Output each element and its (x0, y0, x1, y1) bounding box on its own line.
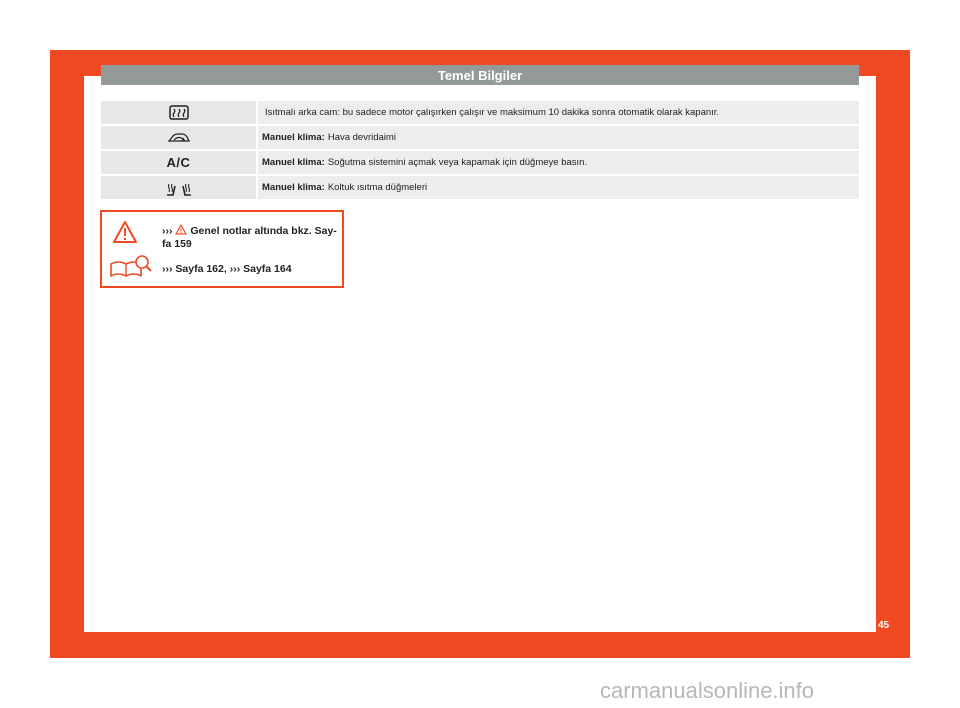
small-warning-icon (175, 223, 188, 235)
row-label: Manuel klima: (262, 182, 325, 193)
row-text: Hava devridaimi (327, 132, 396, 143)
row-label: Manuel klima: (262, 132, 325, 143)
warning-triangle-icon (113, 221, 137, 243)
section-header: Temel Bilgiler (101, 65, 859, 85)
table-row: A/C Manuel klima: Soğutma sistemini açma… (101, 151, 859, 174)
description-cell: Manuel klima: Soğutma sistemini açmak ve… (258, 151, 859, 174)
warning-box: ››› Genel notlar altında bkz. Say-fa 159… (100, 210, 344, 288)
description-cell: Manuel klima: Koltuk ısıtma düğmeleri (258, 176, 859, 199)
row-text: Isıtmalı arka cam: bu sadece motor çalış… (265, 107, 720, 118)
ref-text: Genel notlar altında bkz. Say-fa 159 (162, 225, 337, 250)
row-text: Koltuk ısıtma düğmeleri (327, 182, 428, 193)
icon-cell (101, 176, 256, 199)
page-number: 45 (878, 620, 890, 631)
row-text: Soğutma sistemini açmak veya kapamak içi… (327, 157, 588, 168)
icon-cell: A/C (101, 151, 256, 174)
ref-prefix: ››› (162, 225, 173, 237)
section-title: Temel Bilgiler (437, 67, 523, 83)
warning-reference[interactable]: ››› Genel notlar altında bkz. Say-fa 159 (162, 223, 340, 251)
table-row: Isıtmalı arka cam: bu sadece motor çalış… (101, 101, 859, 124)
air-recirculation-icon (167, 132, 190, 142)
icon-cell (101, 101, 256, 124)
table-row: Manuel klima: Koltuk ısıtma düğmeleri (101, 176, 859, 199)
book-search-icon (110, 255, 152, 277)
table-row: Manuel klima: Hava devridaimi (101, 126, 859, 149)
ac-icon: A/C (166, 155, 191, 170)
page-references[interactable]: ››› Sayfa 162, ››› Sayfa 164 (162, 263, 292, 275)
rear-defrost-icon (168, 104, 189, 120)
description-cell: Isıtmalı arka cam: bu sadece motor çalış… (258, 101, 859, 124)
description-cell: Manuel klima: Hava devridaimi (258, 126, 859, 149)
icon-cell (101, 126, 256, 149)
row-label: Manuel klima: (262, 157, 325, 168)
watermark: carmanualsonline.info (600, 678, 815, 703)
controls-table: Isıtmalı arka cam: bu sadece motor çalış… (101, 101, 859, 201)
seat-heating-icon (166, 183, 191, 196)
